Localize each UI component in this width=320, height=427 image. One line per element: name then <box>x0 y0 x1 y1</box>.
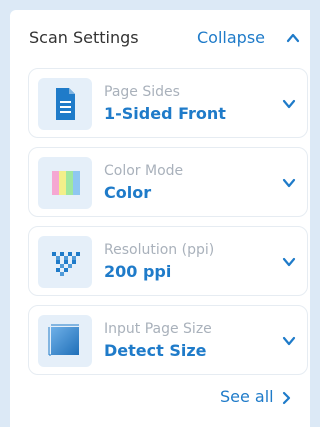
setting-label: Page Sides <box>104 84 180 100</box>
setting-label: Input Page Size <box>104 321 212 337</box>
setting-value: Detect Size <box>104 341 207 360</box>
chevron-down-icon[interactable] <box>282 256 296 268</box>
see-all-link[interactable]: See all <box>220 387 274 406</box>
setting-card-page-sides[interactable]: Page Sides 1-Sided Front <box>28 68 308 138</box>
setting-value: 1-Sided Front <box>104 104 226 123</box>
color-bars-icon <box>38 157 92 209</box>
panel-header: Scan Settings Collapse <box>10 10 310 66</box>
setting-label: Color Mode <box>104 163 184 179</box>
chevron-down-icon[interactable] <box>282 177 296 189</box>
chevron-down-icon[interactable] <box>282 335 296 347</box>
setting-value: 200 ppi <box>104 262 172 281</box>
setting-card-color-mode[interactable]: Color Mode Color <box>28 147 308 217</box>
collapse-button[interactable]: Collapse <box>197 28 265 47</box>
setting-value: Color <box>104 183 152 202</box>
chevron-right-icon[interactable] <box>281 391 291 405</box>
chevron-down-icon[interactable] <box>282 98 296 110</box>
pixel-grid-icon <box>38 236 92 288</box>
panel-title: Scan Settings <box>29 28 139 47</box>
setting-card-input-page-size[interactable]: Input Page Size Detect Size <box>28 305 308 375</box>
setting-card-resolution[interactable]: Resolution (ppi) 200 ppi <box>28 226 308 296</box>
scan-settings-panel: Scan Settings Collapse Page Sides 1-Side… <box>10 10 310 427</box>
chevron-up-icon[interactable] <box>286 31 300 45</box>
page-size-icon <box>38 315 92 367</box>
setting-label: Resolution (ppi) <box>104 242 215 258</box>
document-icon <box>38 78 92 130</box>
